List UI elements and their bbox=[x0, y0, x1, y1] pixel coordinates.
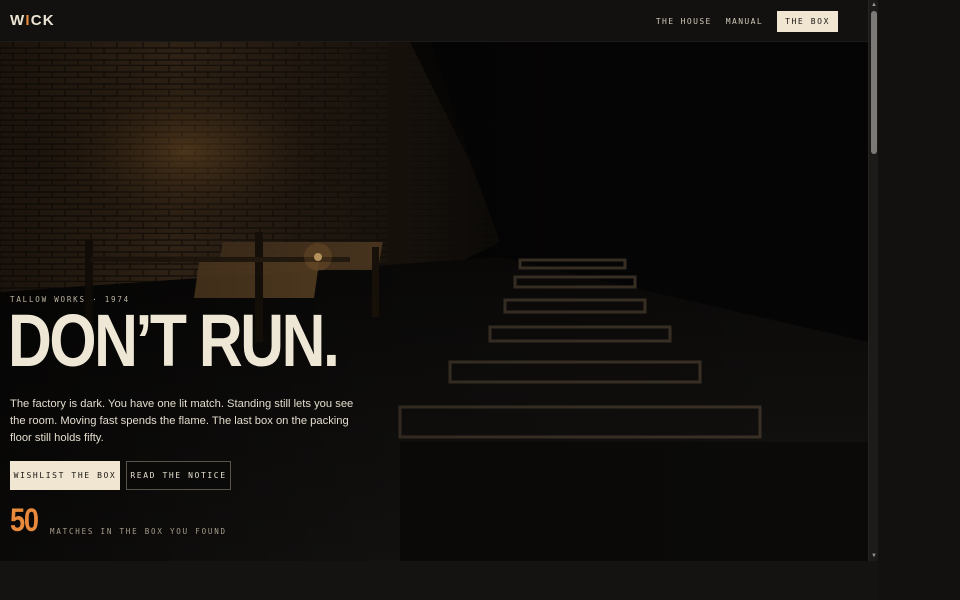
stat-label: MATCHES IN THE BOX YOU FOUND bbox=[50, 527, 227, 536]
page-viewport: WICK THE HOUSE MANUAL THE BOX TALLOW WOR… bbox=[0, 0, 868, 600]
nav-link-the-house[interactable]: THE HOUSE bbox=[656, 17, 712, 26]
window-backdrop bbox=[878, 0, 960, 600]
logo-letter: W bbox=[10, 12, 26, 29]
scrollbar-thumb[interactable] bbox=[871, 11, 877, 154]
page-bottom bbox=[0, 561, 878, 600]
triangle-up-icon[interactable]: ▲ bbox=[870, 1, 878, 9]
main-nav: THE HOUSE MANUAL THE BOX bbox=[656, 11, 838, 32]
wishlist-button[interactable]: WISHLIST THE BOX bbox=[10, 461, 120, 490]
read-notice-button[interactable]: READ THE NOTICE bbox=[126, 461, 231, 490]
nav-cta-the-box[interactable]: THE BOX bbox=[777, 11, 838, 32]
hero-headline: DON’T RUN. bbox=[8, 299, 340, 382]
nav-link-manual[interactable]: MANUAL bbox=[726, 17, 763, 26]
hero-description: The factory is dark. You have one lit ma… bbox=[10, 398, 354, 444]
stat-value: 50 bbox=[10, 502, 39, 538]
logo[interactable]: WICK bbox=[10, 12, 55, 29]
triangle-down-icon[interactable]: ▼ bbox=[870, 552, 878, 560]
site-header: WICK THE HOUSE MANUAL THE BOX bbox=[0, 0, 868, 42]
logo-letters: CK bbox=[30, 12, 55, 29]
vertical-scrollbar[interactable]: ▲ ▼ bbox=[868, 0, 878, 561]
hero: TALLOW WORKS · 1974 DON’T RUN. The facto… bbox=[0, 42, 868, 561]
